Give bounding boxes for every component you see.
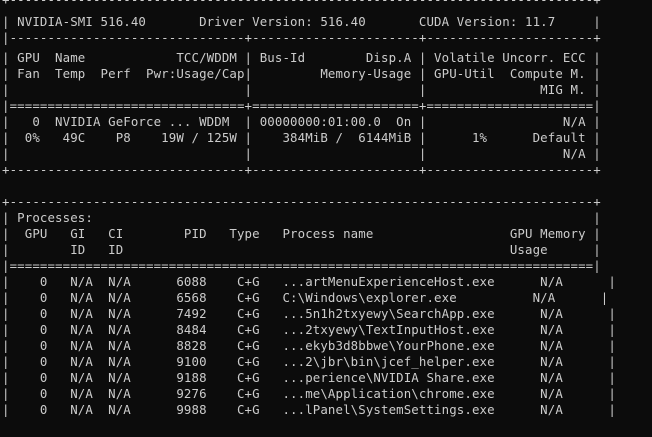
terminal-line: | | | MIG M. |	[2, 82, 601, 97]
terminal-line: | 0 NVIDIA GeForce ... WDDM | 00000000:0…	[2, 114, 601, 129]
terminal-window[interactable]: +---------------------------------------…	[0, 0, 652, 437]
terminal-line: | NVIDIA-SMI 516.40 Driver Version: 516.…	[2, 14, 601, 29]
terminal-line: | 0 N/A N/A 8828 C+G ...ekyb3d8bbwe\Your…	[2, 338, 616, 353]
terminal-line: | 0 N/A N/A 9188 C+G ...perience\NVIDIA …	[2, 370, 616, 385]
terminal-line: | 0 N/A N/A 9100 C+G ...2\jbr\bin\jcef_h…	[2, 354, 616, 369]
terminal-line: |-------------------------------+-------…	[2, 30, 601, 45]
terminal-line: | 0% 49C P8 19W / 125W | 384MiB / 6144Mi…	[2, 130, 601, 145]
terminal-line: |=======================================…	[2, 258, 601, 273]
terminal-line: | 0 N/A N/A 6568 C+G C:\Windows\explorer…	[2, 290, 609, 305]
terminal-line: | 0 N/A N/A 6088 C+G ...artMenuExperienc…	[2, 274, 616, 289]
terminal-line: | 0 N/A N/A 9276 C+G ...me\Application\c…	[2, 386, 616, 401]
terminal-line: |===============================+=======…	[2, 98, 601, 113]
terminal-line: +---------------------------------------…	[2, 194, 601, 209]
terminal-line: | 0 N/A N/A 9988 C+G ...lPanel\SystemSet…	[2, 402, 616, 417]
terminal-line: | ID ID Usage |	[2, 242, 601, 257]
terminal-line: | | | N/A |	[2, 146, 601, 161]
terminal-line: | Fan Temp Perf Pwr:Usage/Cap| Memory-Us…	[2, 66, 601, 81]
terminal-line: | 0 N/A N/A 7492 C+G ...5n1h2txyewy\Sear…	[2, 306, 616, 321]
terminal-line: | 0 N/A N/A 8484 C+G ...2txyewy\TextInpu…	[2, 322, 616, 337]
terminal-line: | GPU GI CI PID Type Process name GPU Me…	[2, 226, 601, 241]
terminal-line: | Processes: |	[2, 210, 601, 225]
terminal-line: | GPU Name TCC/WDDM | Bus-Id Disp.A | Vo…	[2, 50, 601, 65]
terminal-line: +-------------------------------+-------…	[2, 162, 601, 177]
terminal-line: +---------------------------------------…	[2, 0, 601, 8]
